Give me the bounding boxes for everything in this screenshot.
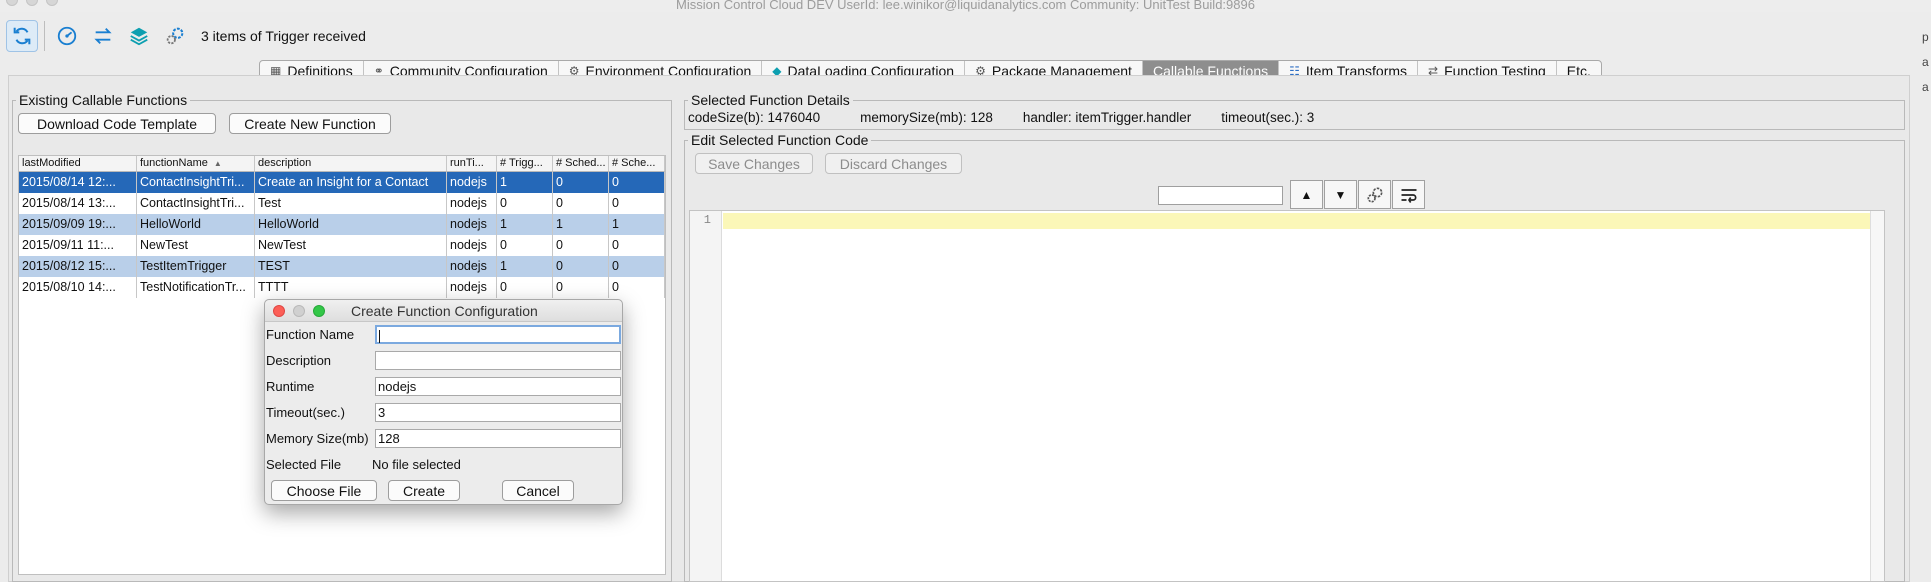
column-header-description[interactable]: description xyxy=(255,156,447,171)
selected-function-details-title: Selected Function Details xyxy=(691,92,850,108)
runtime-label: Runtime xyxy=(266,379,315,394)
table-row[interactable]: 2015/08/10 14:... TestNotificationTr... … xyxy=(19,277,665,298)
selected-file-value: No file selected xyxy=(372,457,461,472)
choose-file-button[interactable]: Choose File xyxy=(271,480,377,501)
function-name-input[interactable] xyxy=(375,325,621,344)
discard-changes-button[interactable]: Discard Changes xyxy=(825,153,962,174)
memory-size-row: Memory Size(mb) 128 xyxy=(265,428,622,449)
transfer-arrows-icon xyxy=(94,28,112,44)
column-header-triggers[interactable]: # Trigg... xyxy=(497,156,553,171)
memory-size-label: Memory Size(mb) xyxy=(266,431,369,446)
clipped-right-panel: p a a xyxy=(1922,30,1929,94)
sort-ascending-icon: ▲ xyxy=(213,159,222,168)
timeout-input[interactable]: 3 xyxy=(375,403,621,422)
window-titlebar: Mission Control Cloud DEV UserId: lee.wi… xyxy=(0,0,1931,12)
table-row[interactable]: 2015/08/14 12:... ContactInsightTri... C… xyxy=(19,172,665,193)
column-header-runtime[interactable]: runTi... xyxy=(447,156,497,171)
transfer-button[interactable] xyxy=(87,20,119,52)
handler-value: handler: itemTrigger.handler xyxy=(1022,110,1192,125)
code-editor[interactable]: 1 xyxy=(689,210,1885,582)
download-code-template-button[interactable]: Download Code Template xyxy=(18,113,216,134)
refresh-button[interactable] xyxy=(6,20,38,52)
dialog-window-controls xyxy=(273,305,325,317)
left-panel-scrollbar[interactable] xyxy=(669,150,677,580)
description-label: Description xyxy=(266,353,332,368)
main-toolbar: 3 items of Trigger received xyxy=(0,12,1931,60)
search-options-button[interactable] xyxy=(1358,180,1391,209)
gears-icon xyxy=(1367,187,1382,202)
column-header-functionname[interactable]: functionName ▲ xyxy=(137,156,255,171)
table-header: lastModified functionName ▲ description r… xyxy=(19,156,665,172)
line-number: 1 xyxy=(703,213,711,227)
table-row[interactable]: 2015/08/14 13:... ContactInsightTri... T… xyxy=(19,193,665,214)
save-changes-button[interactable]: Save Changes xyxy=(695,153,813,174)
table-row[interactable]: 2015/09/11 11:... NewTest NewTest nodejs… xyxy=(19,235,665,256)
timeout-value: timeout(sec.): 3 xyxy=(1221,110,1315,125)
gauge-icon xyxy=(57,26,77,46)
dialog-titlebar: Create Function Configuration xyxy=(265,300,622,322)
toolbar-separator xyxy=(44,21,45,51)
wrap-lines-icon xyxy=(1401,188,1416,203)
gears-icon xyxy=(166,27,184,45)
toolbar-status-text: 3 items of Trigger received xyxy=(201,28,366,44)
find-next-button[interactable]: ▼ xyxy=(1324,180,1357,209)
table-row[interactable]: 2015/09/09 19:... HelloWorld HelloWorld … xyxy=(19,214,665,235)
selected-file-label: Selected File xyxy=(266,457,342,472)
dialog-zoom-button[interactable] xyxy=(313,305,325,317)
description-input[interactable] xyxy=(375,351,621,370)
function-name-label: Function Name xyxy=(266,327,355,342)
column-header-lastmodified[interactable]: lastModified xyxy=(19,156,137,171)
refresh-icon xyxy=(13,27,31,45)
dialog-title: Create Function Configuration xyxy=(351,302,538,319)
layers-button[interactable] xyxy=(123,20,155,52)
create-new-function-button[interactable]: Create New Function xyxy=(229,113,391,134)
current-line-highlight xyxy=(723,213,1884,229)
selected-file-row: Selected File No file selected xyxy=(265,454,622,475)
cancel-button[interactable]: Cancel xyxy=(502,480,574,501)
gauge-button[interactable] xyxy=(51,20,83,52)
dialog-minimize-button[interactable] xyxy=(293,305,305,317)
settings-button[interactable] xyxy=(159,20,191,52)
existing-functions-title: Existing Callable Functions xyxy=(19,92,188,108)
editor-scrollbar[interactable] xyxy=(1870,211,1884,581)
memory-size-value: memorySize(mb): 128 xyxy=(860,110,993,125)
text-caret xyxy=(379,330,380,344)
window-title: Mission Control Cloud DEV UserId: lee.wi… xyxy=(676,0,1255,12)
wrap-lines-button[interactable] xyxy=(1392,180,1425,209)
column-header-scheduled[interactable]: # Sched... xyxy=(553,156,609,171)
function-details-row: codeSize(b): 1476040 memorySize(mb): 128… xyxy=(688,110,1314,125)
dialog-close-button[interactable] xyxy=(273,305,285,317)
column-header-schedules[interactable]: # Sche... xyxy=(609,156,665,171)
line-number-gutter: 1 xyxy=(690,211,722,581)
memory-size-input[interactable]: 128 xyxy=(375,429,621,448)
code-search-input[interactable] xyxy=(1158,186,1283,205)
description-row: Description xyxy=(265,350,622,371)
arrow-down-icon: ▼ xyxy=(1334,187,1347,202)
find-previous-button[interactable]: ▲ xyxy=(1290,180,1323,209)
runtime-row: Runtime nodejs xyxy=(265,376,622,397)
edit-function-code-title: Edit Selected Function Code xyxy=(691,132,869,148)
timeout-label: Timeout(sec.) xyxy=(266,405,345,420)
create-function-dialog: Create Function Configuration Function N… xyxy=(264,299,623,505)
create-button[interactable]: Create xyxy=(388,480,460,501)
runtime-input[interactable]: nodejs xyxy=(375,377,621,396)
function-name-row: Function Name xyxy=(265,324,622,345)
table-row[interactable]: 2015/08/12 15:... TestItemTrigger TEST n… xyxy=(19,256,665,277)
timeout-row: Timeout(sec.) 3 xyxy=(265,402,622,423)
arrow-up-icon: ▲ xyxy=(1300,187,1313,202)
layers-icon xyxy=(130,27,148,46)
code-size-value: codeSize(b): 1476040 xyxy=(688,110,821,125)
